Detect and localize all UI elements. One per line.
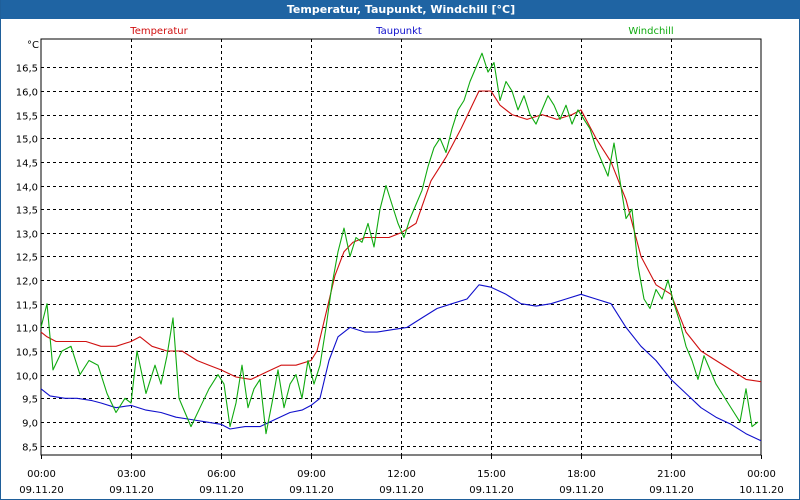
y-tick-label: 13,5 <box>16 206 38 217</box>
y-tick-label: 11,5 <box>16 301 38 312</box>
series-line-temperatur <box>40 90 762 383</box>
x-tick-label-time: 21:00 <box>657 469 686 480</box>
x-tick-label-time: 18:00 <box>567 469 596 480</box>
x-tick-label-time: 12:00 <box>387 469 416 480</box>
series-line-windchill <box>40 52 759 435</box>
y-tick-label: 8,5 <box>22 443 38 454</box>
y-tick-label: 9,0 <box>22 419 38 430</box>
x-tick-label-time: 15:00 <box>477 469 506 480</box>
y-tick-label: 10,0 <box>16 372 38 383</box>
y-tick-label: 14,5 <box>16 159 38 170</box>
y-tick-label: 16,0 <box>16 88 38 99</box>
line-chart: 8,5 9,0 9,5 10,0 10,5 11,0 11,5 12,0 12,5 13,0 13,… <box>16 26 784 496</box>
y-tick-label: 16,5 <box>16 64 38 75</box>
x-tick-label-date: 09.11.20 <box>649 485 694 496</box>
legend-taupunkt: Taupunkt <box>375 26 422 37</box>
chart-window: Temperatur, Taupunkt, Windchill [°C] 8,5… <box>0 0 800 500</box>
x-tick-label-time: 00:00 <box>747 469 776 480</box>
y-axis-label: °C <box>27 40 39 51</box>
y-tick-label: 13,0 <box>16 230 38 241</box>
y-tick-label: 14,0 <box>16 183 38 194</box>
x-tick-label-date: 09.11.20 <box>199 485 244 496</box>
y-tick-label: 12,0 <box>16 277 38 288</box>
y-tick-label: 12,5 <box>16 253 38 264</box>
y-tick-label: 10,5 <box>16 348 38 359</box>
x-tick-label-time: 06:00 <box>207 469 236 480</box>
x-tick-label-date: 09.11.20 <box>289 485 334 496</box>
x-tick-label-date: 09.11.20 <box>109 485 154 496</box>
y-tick-label: 11,0 <box>16 324 38 335</box>
y-tick-label: 15,0 <box>16 135 38 146</box>
x-tick-label-time: 03:00 <box>117 469 146 480</box>
legend-temperatur: Temperatur <box>129 26 188 37</box>
x-tick-label-time: 00:00 <box>27 469 56 480</box>
y-tick-label: 15,5 <box>16 112 38 123</box>
legend-windchill: Windchill <box>628 26 673 37</box>
x-tick-label-date: 10.11.20 <box>739 485 784 496</box>
x-tick-label-date: 09.11.20 <box>469 485 514 496</box>
y-tick-label: 9,5 <box>22 395 38 406</box>
x-tick-label-time: 09:00 <box>297 469 326 480</box>
x-tick-label-date: 09.11.20 <box>559 485 604 496</box>
x-tick-label-date: 09.11.20 <box>19 485 64 496</box>
x-tick-label-date: 09.11.20 <box>379 485 424 496</box>
